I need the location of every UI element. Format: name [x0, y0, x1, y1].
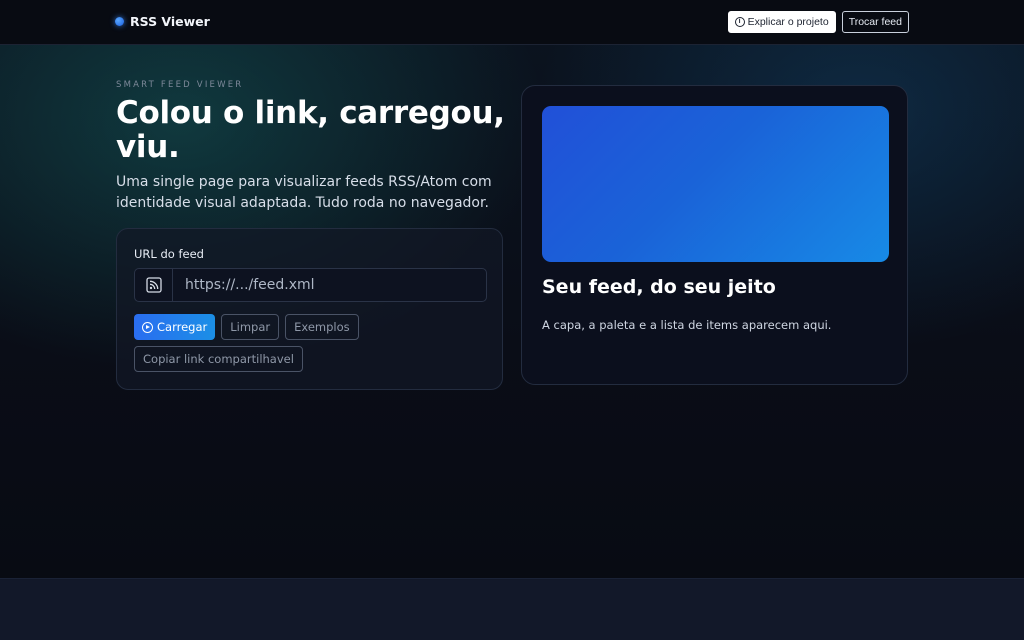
dot-icon — [115, 17, 124, 26]
top-navbar: RSS Viewer i Explicar o projeto Trocar f… — [0, 0, 1024, 45]
switch-feed-button[interactable]: Trocar feed — [841, 11, 909, 33]
preview-subtitle: A capa, a paleta e a lista de items apar… — [542, 318, 832, 332]
footer-band — [0, 578, 1024, 640]
eyebrow-text: SMART FEED VIEWER — [116, 80, 244, 90]
info-icon: i — [734, 17, 745, 27]
clear-button[interactable]: Limpar — [221, 314, 280, 340]
explain-project-button[interactable]: i Explicar o projeto — [727, 11, 836, 33]
load-button[interactable]: Carregar — [134, 314, 216, 340]
hero-section: SMART FEED VIEWER Colou o link, carregou… — [116, 80, 506, 214]
brand[interactable]: RSS Viewer — [115, 14, 210, 29]
top-actions: i Explicar o projeto Trocar feed — [727, 11, 909, 33]
feed-form-card: URL do feed Carregar Limpar Exemplos Cop… — [116, 228, 503, 390]
copy-share-link-button[interactable]: Copiar link compartilhavel — [134, 346, 303, 372]
form-actions: Carregar Limpar Exemplos Copiar link com… — [134, 314, 489, 372]
rss-icon — [135, 269, 173, 301]
explain-project-label: Explicar o projeto — [747, 16, 829, 28]
examples-button[interactable]: Exemplos — [285, 314, 359, 340]
page-title: Colou o link, carregou, viu. — [116, 95, 505, 165]
load-button-label: Carregar — [157, 320, 208, 334]
feed-url-label: URL do feed — [134, 247, 204, 261]
feed-preview-card: Seu feed, do seu jeito A capa, a paleta … — [521, 85, 908, 385]
brand-name: RSS Viewer — [130, 14, 210, 29]
feed-cover-placeholder — [542, 106, 889, 262]
page-subtitle: Uma single page para visualizar feeds RS… — [116, 174, 492, 211]
feed-url-input[interactable] — [173, 269, 486, 301]
play-circle-icon — [142, 321, 153, 333]
feed-url-group — [134, 268, 487, 302]
preview-title: Seu feed, do seu jeito — [542, 276, 776, 298]
